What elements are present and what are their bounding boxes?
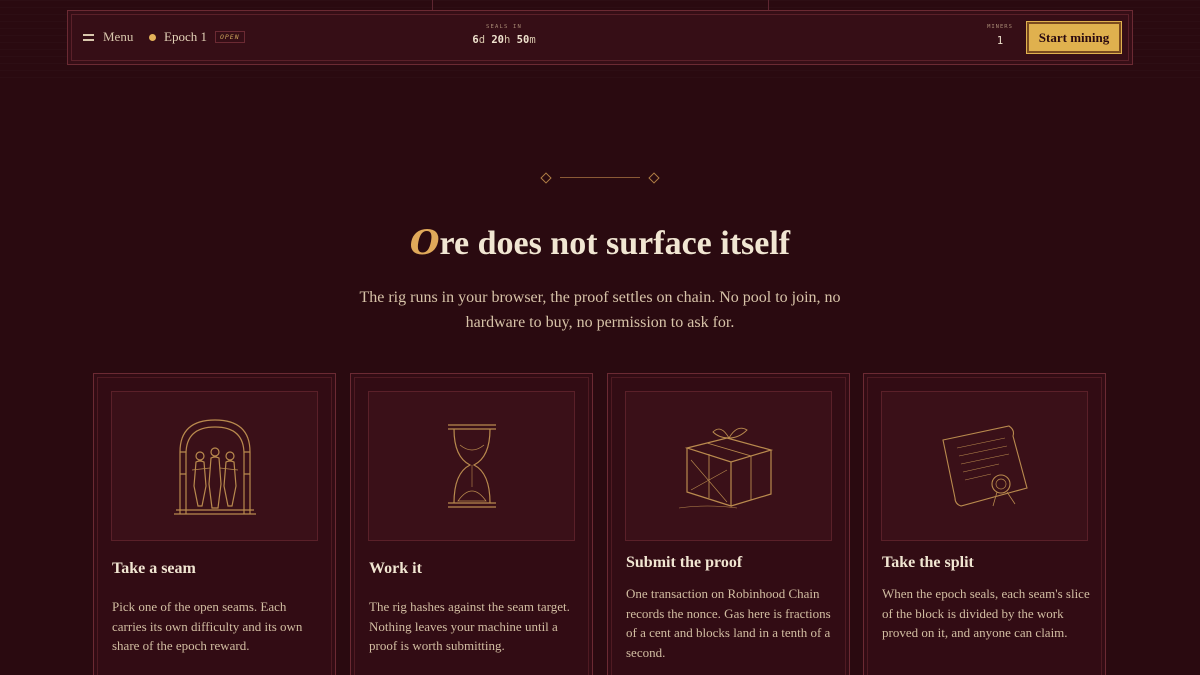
countdown-value: 6d 20h 50m — [468, 34, 540, 46]
title-text: re does not surface itself — [439, 225, 791, 262]
epoch-status-badge: OPEN — [214, 31, 245, 43]
miners-count: 1 — [996, 35, 1004, 47]
miners-label: MINERS — [987, 24, 1013, 30]
epoch-label: Epoch 1 — [164, 29, 207, 44]
card-illustration — [625, 391, 832, 541]
countdown-hours: 20 — [491, 34, 504, 46]
card-text: The rig hashes against the seam target. … — [369, 599, 570, 653]
top-bar: Menu Epoch 1 OPEN SEALS IN 6d 20h 50m MI… — [67, 10, 1133, 65]
section-ornament — [540, 172, 660, 184]
sealed-letter-icon — [941, 425, 1028, 507]
epoch-status-dot-icon — [149, 33, 156, 41]
section-title: Ore does not surface itself — [0, 223, 1200, 263]
card-text: One transaction on Robinhood Chain recor… — [626, 586, 831, 660]
menu-button[interactable]: Menu — [83, 29, 133, 45]
miners-counter: MINERS 1 — [985, 24, 1015, 47]
title-dropcap: O — [409, 223, 440, 263]
wrapped-parcel-icon — [678, 427, 773, 509]
card-text: Pick one of the open seams. Each carries… — [112, 599, 303, 653]
left-diamond-icon — [540, 172, 552, 184]
section-lede: The rig runs in your browser, the proof … — [359, 289, 841, 331]
card-title: Work it — [369, 560, 422, 577]
card-title: Take the split — [882, 554, 974, 571]
card-illustration — [368, 391, 575, 541]
hamburger-menu-icon — [83, 33, 94, 41]
archway-figures-icon — [173, 419, 256, 515]
countdown-minute-unit: m — [529, 34, 536, 46]
seals-label: SEALS IN — [485, 24, 523, 30]
menu-label: Menu — [103, 29, 134, 44]
seals-countdown: SEALS IN 6d 20h 50m — [468, 24, 540, 46]
step-card-take-a-seam: Take a seam Pick one of the open seams. … — [93, 373, 336, 675]
card-title: Submit the proof — [626, 554, 743, 571]
countdown-minutes: 50 — [516, 34, 530, 46]
step-card-take-the-split: Take the split When the epoch seals, eac… — [863, 373, 1106, 675]
ornament-rule — [560, 177, 640, 178]
right-diamond-icon — [648, 172, 660, 184]
card-illustration — [881, 391, 1088, 541]
card-illustration — [111, 391, 318, 541]
start-mining-button[interactable]: Start mining — [1026, 21, 1122, 54]
card-title: Take a seam — [112, 560, 196, 577]
step-card-submit-the-proof: Submit the proof One transaction on Robi… — [607, 373, 850, 675]
epoch-indicator: Epoch 1 OPEN — [149, 29, 245, 45]
countdown-hour-unit: h — [504, 34, 511, 46]
step-card-work-it: Work it The rig hashes against the seam … — [350, 373, 593, 675]
hourglass-icon — [447, 424, 496, 508]
card-text: When the epoch seals, each seam's slice … — [882, 586, 1090, 640]
countdown-day-unit: d — [478, 34, 486, 46]
